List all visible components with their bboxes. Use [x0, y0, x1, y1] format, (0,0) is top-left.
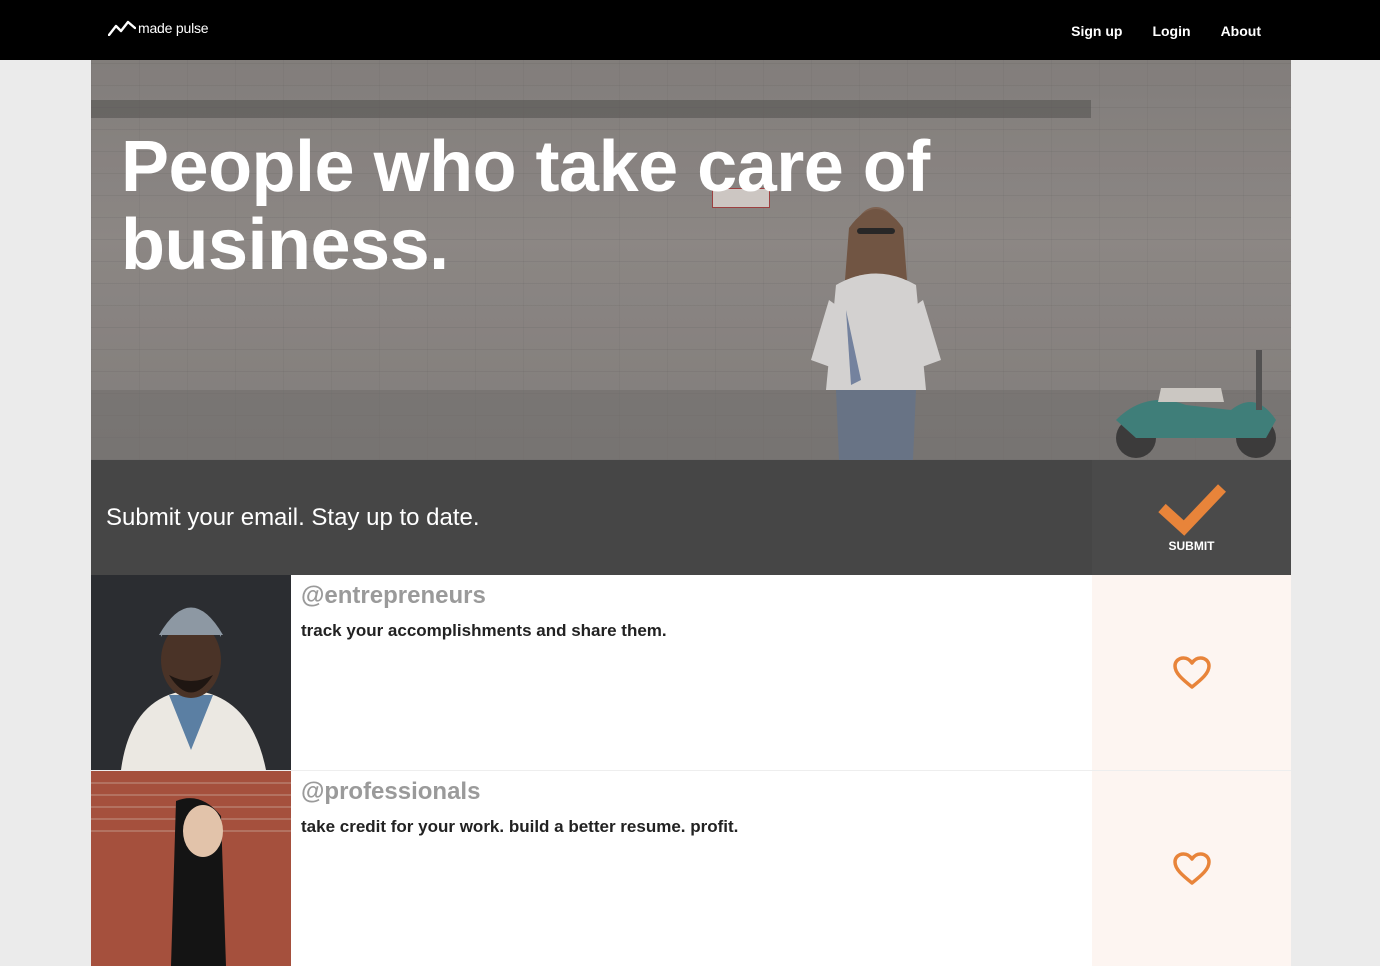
card-body: @entrepreneurs track your accomplishment…: [291, 575, 1092, 770]
entrepreneur-photo: [91, 575, 291, 770]
top-nav-bar: made pulse Sign up Login About: [0, 0, 1380, 60]
heart-icon: [1172, 655, 1211, 689]
email-subscribe-band: Submit your email. Stay up to date. SUBM…: [91, 460, 1291, 575]
nav-sign-up-link[interactable]: Sign up: [1071, 22, 1122, 40]
main-content: People who take care of business. Submit…: [91, 60, 1291, 966]
card-description: track your accomplishments and share the…: [301, 621, 667, 640]
like-button[interactable]: [1092, 771, 1291, 966]
audience-card-professionals: @professionals take credit for your work…: [91, 770, 1291, 966]
like-button[interactable]: [1092, 575, 1291, 770]
nav-links: Sign up Login About: [1041, 22, 1261, 40]
hero-headline: People who take care of business.: [121, 128, 1021, 284]
checkmark-icon: [1157, 484, 1226, 536]
submit-button-label: SUBMIT: [1168, 539, 1215, 553]
card-body: @professionals take credit for your work…: [291, 771, 1092, 966]
card-handle[interactable]: @professionals: [301, 779, 1082, 805]
card-description: take credit for your work. build a bette…: [301, 817, 739, 836]
brand-name: made pulse: [138, 20, 209, 36]
hero-headline-line-1: People who take care of: [121, 127, 930, 207]
submit-button[interactable]: SUBMIT: [1092, 460, 1291, 575]
hero-headline-line-2: business.: [121, 205, 449, 285]
hero-banner: People who take care of business.: [91, 60, 1291, 460]
card-handle[interactable]: @entrepreneurs: [301, 583, 1082, 609]
brand-logo[interactable]: made pulse: [108, 20, 209, 36]
nav-about-link[interactable]: About: [1221, 22, 1261, 40]
heart-icon: [1172, 851, 1211, 885]
email-subscribe-prompt[interactable]: Submit your email. Stay up to date.: [91, 460, 1092, 575]
professional-photo: [91, 771, 291, 966]
pulse-line-icon: [108, 20, 136, 36]
nav-login-link[interactable]: Login: [1152, 22, 1190, 40]
audience-card-entrepreneurs: @entrepreneurs track your accomplishment…: [91, 575, 1291, 770]
